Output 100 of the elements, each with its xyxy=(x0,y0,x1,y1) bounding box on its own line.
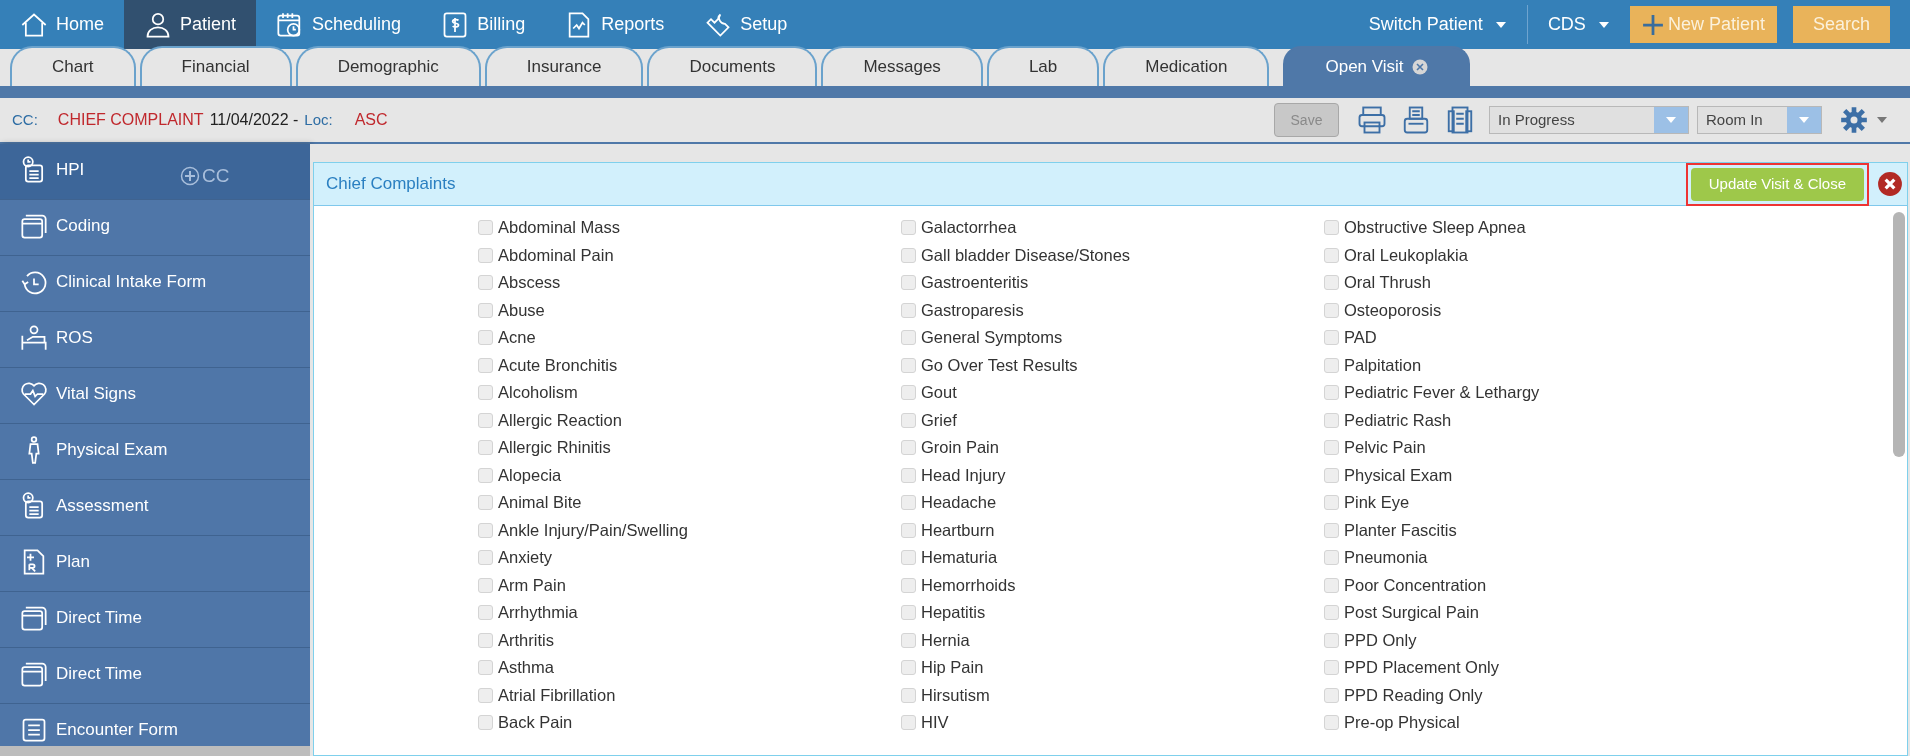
sidebar-item[interactable]: HPI CC xyxy=(0,144,310,200)
checkbox[interactable] xyxy=(1324,302,1339,318)
checkbox[interactable] xyxy=(1324,660,1339,676)
fax-button[interactable] xyxy=(1401,105,1431,135)
add-cc-link[interactable]: CC xyxy=(180,162,230,191)
settings-button[interactable] xyxy=(1840,106,1888,134)
tab[interactable]: Open Visit xyxy=(1283,46,1470,86)
nav-tab[interactable]: Setup xyxy=(684,0,808,49)
checkbox[interactable] xyxy=(478,385,493,401)
tab[interactable]: Medication xyxy=(1103,46,1270,86)
checkbox[interactable] xyxy=(1324,522,1339,538)
sidebar-item[interactable]: Clinical Intake Form xyxy=(0,256,310,312)
checkbox[interactable] xyxy=(478,550,493,566)
checkbox[interactable] xyxy=(901,385,916,401)
checkbox[interactable] xyxy=(1324,715,1339,731)
checkbox[interactable] xyxy=(478,495,493,511)
sidebar-item[interactable]: Direct Time xyxy=(0,592,310,648)
checkbox[interactable] xyxy=(901,495,916,511)
checkbox[interactable] xyxy=(1324,577,1339,593)
checkbox[interactable] xyxy=(901,577,916,593)
sidebar-item[interactable]: ROS xyxy=(0,312,310,368)
checkbox[interactable] xyxy=(1324,412,1339,428)
checkbox[interactable] xyxy=(1324,550,1339,566)
checkbox[interactable] xyxy=(478,302,493,318)
tab[interactable]: Insurance xyxy=(484,46,644,86)
checkbox[interactable] xyxy=(478,605,493,621)
checkbox-label: Gout xyxy=(921,382,957,404)
checkbox[interactable] xyxy=(901,330,916,346)
checkbox[interactable] xyxy=(478,522,493,538)
checkbox[interactable] xyxy=(1324,605,1339,621)
checkbox[interactable] xyxy=(901,550,916,566)
checkbox[interactable] xyxy=(478,275,493,291)
checkbox[interactable] xyxy=(1324,632,1339,648)
sidebar-item[interactable]: Direct Time xyxy=(0,648,310,704)
close-button[interactable] xyxy=(1877,171,1903,197)
sidebar-item[interactable]: Plan xyxy=(0,536,310,592)
checkbox[interactable] xyxy=(901,440,916,456)
checkbox[interactable] xyxy=(1324,357,1339,373)
checkbox[interactable] xyxy=(901,660,916,676)
sidebar-item[interactable]: Encounter Form xyxy=(0,704,310,746)
checkbox[interactable] xyxy=(1324,440,1339,456)
checkbox[interactable] xyxy=(901,247,916,263)
checkbox[interactable] xyxy=(478,632,493,648)
checkbox[interactable] xyxy=(478,440,493,456)
checkbox[interactable] xyxy=(1324,495,1339,511)
checkbox-label: Gastroparesis xyxy=(921,299,1024,321)
checkbox[interactable] xyxy=(1324,385,1339,401)
sidebar-item[interactable]: Assessment xyxy=(0,480,310,536)
tab[interactable]: Demographic xyxy=(295,46,481,86)
checkbox[interactable] xyxy=(478,577,493,593)
cds-dropdown[interactable]: CDS xyxy=(1527,0,1630,49)
documents-button[interactable] xyxy=(1445,105,1475,135)
checkbox[interactable] xyxy=(901,467,916,483)
checkbox[interactable] xyxy=(1324,275,1339,291)
sidebar-item[interactable]: Vital Signs xyxy=(0,368,310,424)
plus-icon xyxy=(1641,13,1664,36)
checkbox[interactable] xyxy=(1324,247,1339,263)
checkbox[interactable] xyxy=(478,220,493,236)
checkbox[interactable] xyxy=(478,330,493,346)
nav-tab[interactable]: Home xyxy=(0,0,124,49)
checkbox[interactable] xyxy=(901,220,916,236)
sidebar-item[interactable]: Physical Exam xyxy=(0,424,310,480)
status-dropdown[interactable]: In Progress xyxy=(1489,106,1689,134)
checkbox[interactable] xyxy=(478,247,493,263)
checkbox-label: Oral Thrush xyxy=(1344,272,1431,294)
checkbox[interactable] xyxy=(478,660,493,676)
nav-tab[interactable]: Billing xyxy=(421,0,546,49)
printer-button[interactable] xyxy=(1357,105,1387,135)
tab[interactable]: Messages xyxy=(821,46,983,86)
checkbox[interactable] xyxy=(901,632,916,648)
checkbox[interactable] xyxy=(478,357,493,373)
checkbox[interactable] xyxy=(1324,220,1339,236)
room-dropdown[interactable]: Room In xyxy=(1697,106,1822,134)
checkbox[interactable] xyxy=(478,687,493,703)
checkbox[interactable] xyxy=(901,687,916,703)
checkbox[interactable] xyxy=(1324,687,1339,703)
checkbox[interactable] xyxy=(478,467,493,483)
sidebar-item[interactable]: Coding xyxy=(0,200,310,256)
nav-tab[interactable]: Scheduling xyxy=(256,0,422,49)
checkbox-label: PPD Placement Only xyxy=(1344,657,1499,679)
tab[interactable]: Chart xyxy=(10,46,136,86)
nav-tab[interactable]: Reports xyxy=(545,0,685,49)
checkbox[interactable] xyxy=(901,302,916,318)
checkbox[interactable] xyxy=(901,357,916,373)
tab[interactable]: Lab xyxy=(986,46,1100,86)
checkbox[interactable] xyxy=(478,412,493,428)
tab[interactable]: Documents xyxy=(647,46,818,86)
switch-patient-dropdown[interactable]: Switch Patient xyxy=(1348,5,1528,44)
checkbox[interactable] xyxy=(901,412,916,428)
checkbox[interactable] xyxy=(478,715,493,731)
checkbox-label: Osteoporosis xyxy=(1344,299,1442,321)
tab[interactable]: Financial xyxy=(139,46,292,86)
checkbox[interactable] xyxy=(1324,330,1339,346)
nav-tab[interactable]: Patient xyxy=(124,0,257,49)
scrollbar[interactable] xyxy=(1893,212,1905,457)
checkbox[interactable] xyxy=(901,715,916,731)
checkbox[interactable] xyxy=(901,605,916,621)
checkbox[interactable] xyxy=(1324,467,1339,483)
checkbox[interactable] xyxy=(901,275,916,291)
checkbox[interactable] xyxy=(901,522,916,538)
